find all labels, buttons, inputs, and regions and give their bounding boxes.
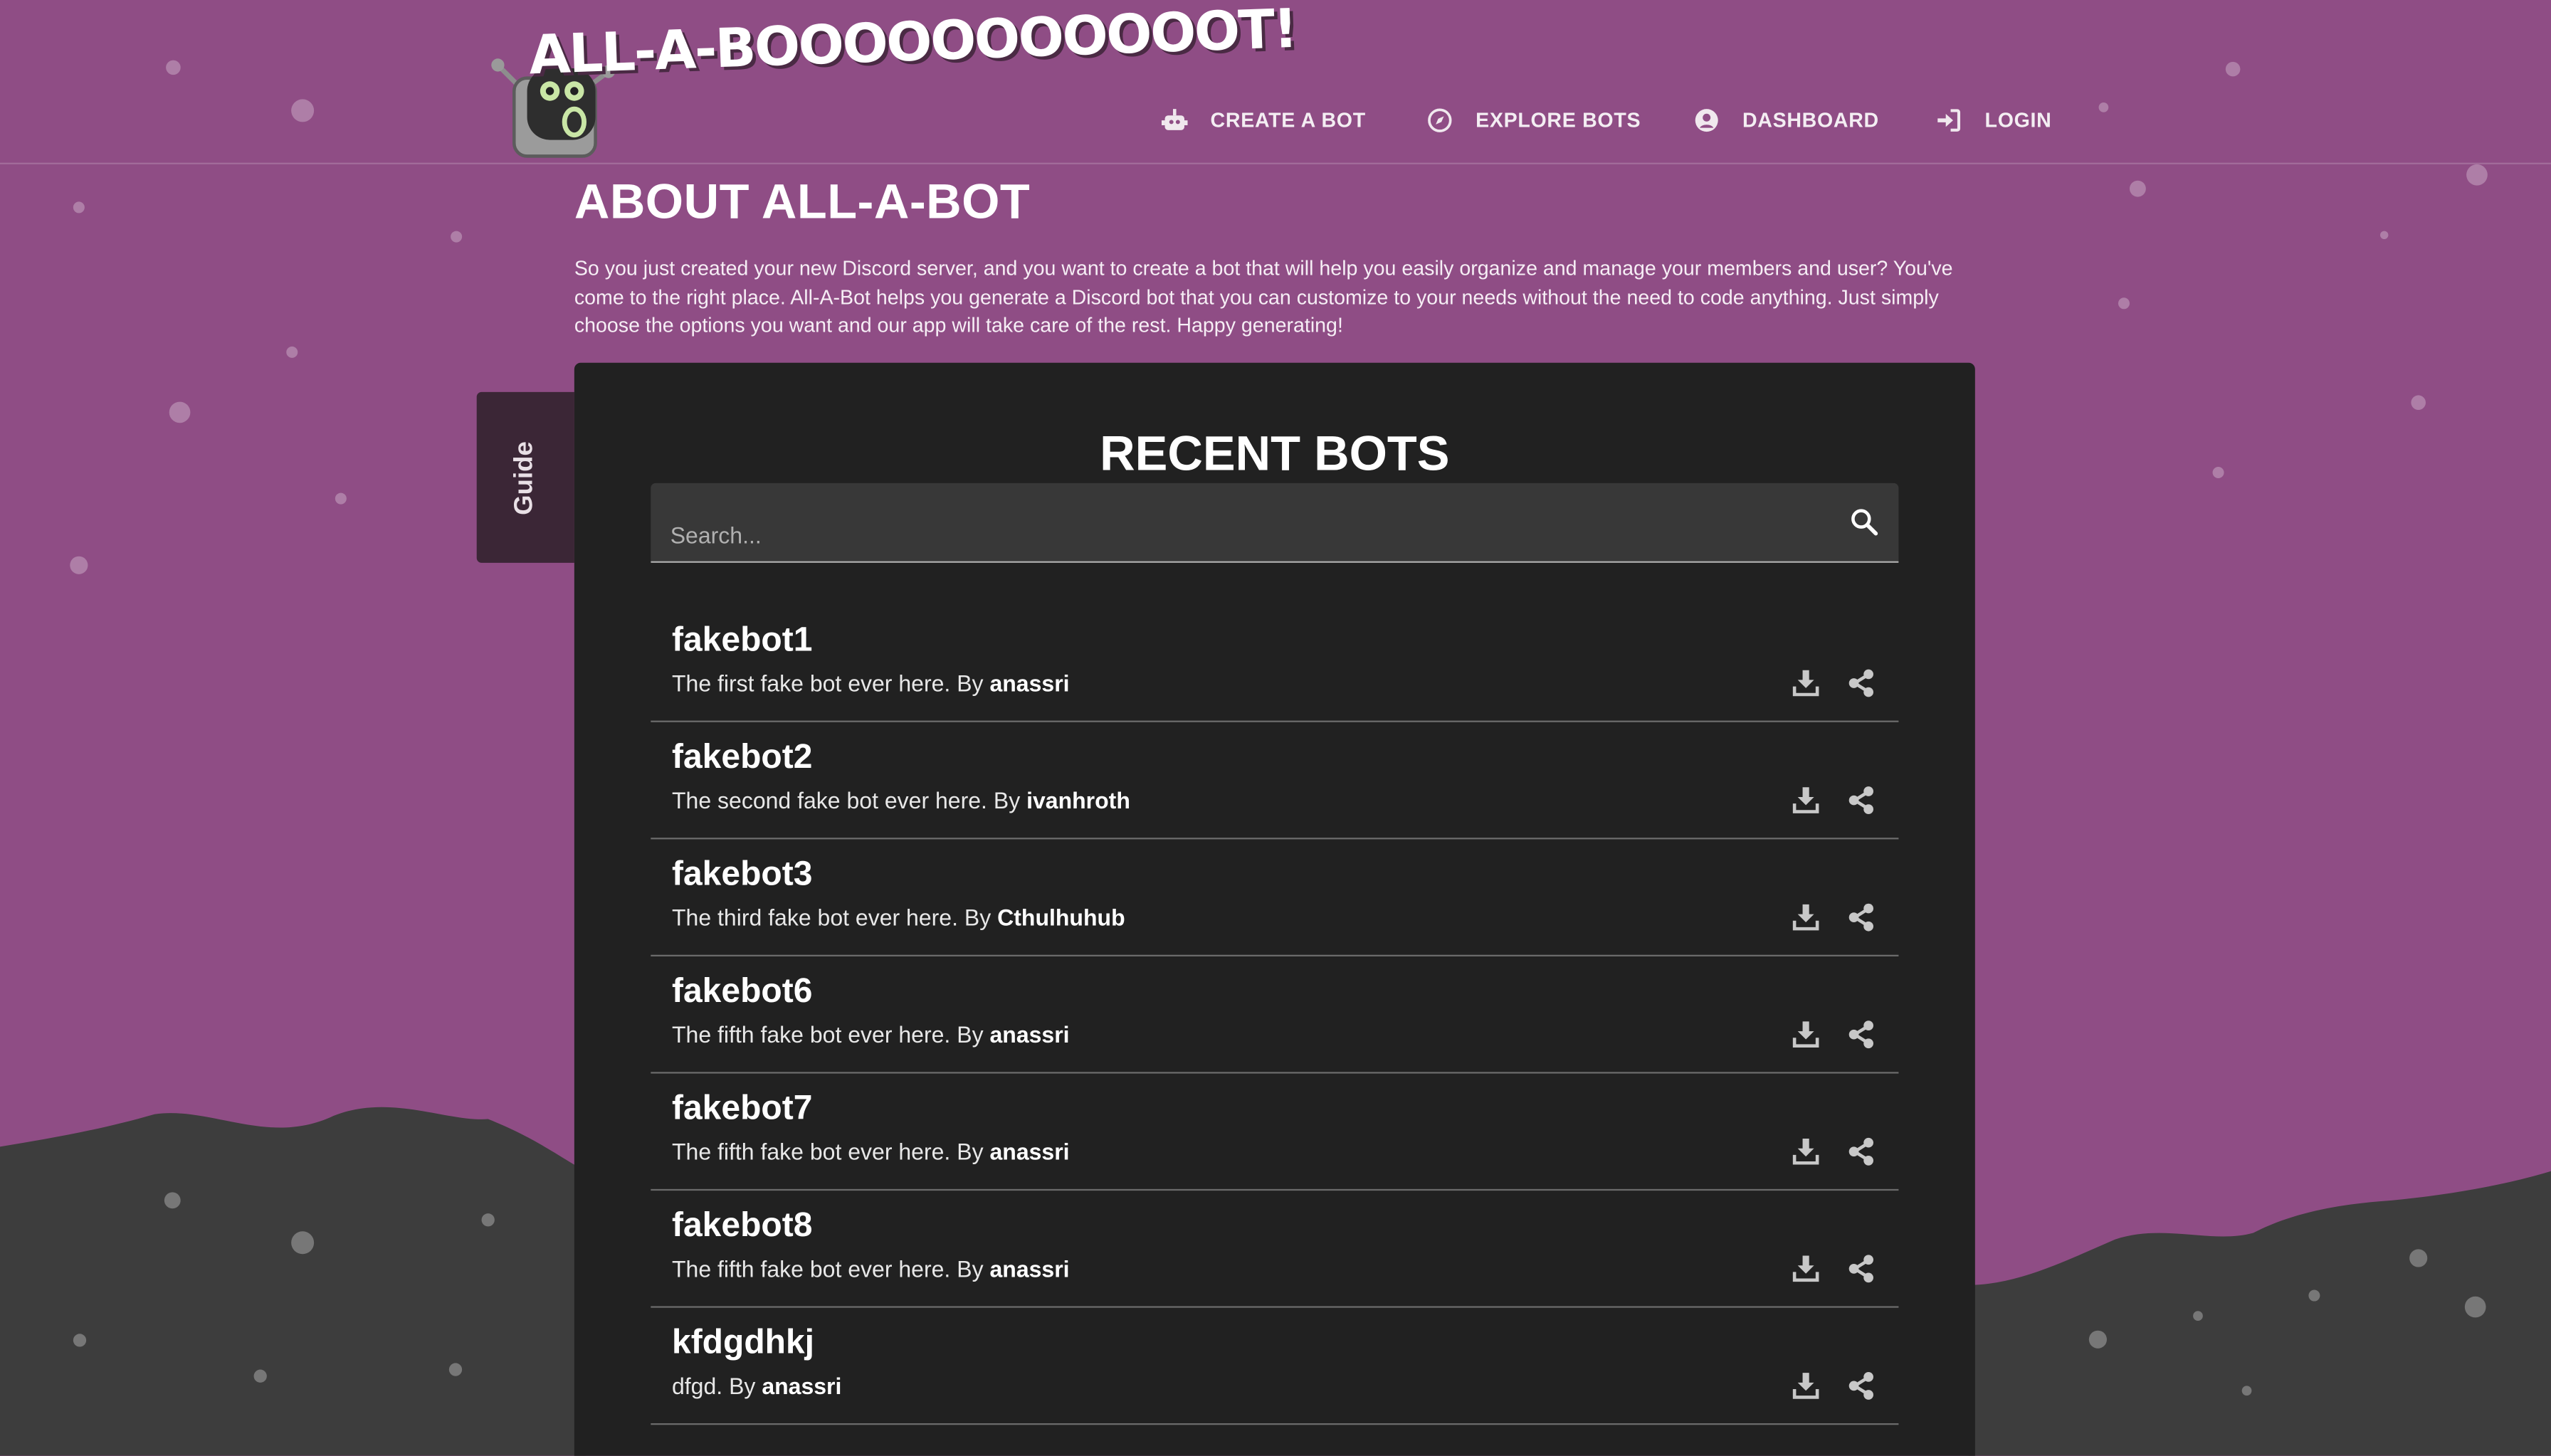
bot-description: The second fake bot ever here. By ivanhr…	[671, 787, 1130, 813]
guide-tab[interactable]: Guide	[476, 391, 574, 563]
list-item: fakebot6 The fifth fake bot ever here. B…	[651, 958, 1899, 1074]
robot-icon	[1161, 109, 1188, 130]
nav-create-a-bot[interactable]: CREATE A BOT	[1161, 107, 1366, 134]
bot-author: anassri	[989, 1021, 1070, 1048]
download-icon[interactable]	[1789, 1135, 1822, 1168]
bot-name[interactable]: fakebot2	[672, 739, 812, 778]
guide-tab-label: Guide	[510, 441, 539, 515]
top-header: ALL-A-BOOOOOOOOOOOT! CREATE A BOT EXPLOR…	[0, 0, 2551, 164]
share-icon[interactable]	[1845, 784, 1878, 817]
nav-dashboard[interactable]: DASHBOARD	[1693, 107, 1878, 134]
about-description: So you just created your new Discord ser…	[574, 257, 1953, 338]
brand-logo-text[interactable]: ALL-A-BOOOOOOOOOOOT!	[528, 0, 1298, 87]
bot-name[interactable]: fakebot1	[672, 621, 812, 660]
bot-author: anassri	[989, 1138, 1070, 1165]
bot-name[interactable]: fakebot6	[672, 973, 812, 1012]
download-icon[interactable]	[1789, 1252, 1822, 1285]
download-icon[interactable]	[1789, 784, 1822, 817]
bot-name[interactable]: kfdgdhkj	[672, 1324, 814, 1363]
nav-label: CREATE A BOT	[1210, 109, 1366, 132]
bot-description: dfgd. By anassri	[671, 1373, 842, 1399]
list-item: fakebot7 The fifth fake bot ever here. B…	[651, 1075, 1899, 1191]
bot-description: The fifth fake bot ever here. By anassri	[671, 1021, 1070, 1048]
list-item: fakebot3 The third fake bot ever here. B…	[651, 841, 1899, 956]
bot-author: Cthulhuhub	[997, 904, 1125, 931]
bot-list: fakebot1 The first fake bot ever here. B…	[651, 607, 1899, 1427]
bot-description: The fifth fake bot ever here. By anassri	[671, 1255, 1070, 1282]
bot-author: anassri	[989, 1255, 1070, 1282]
search-input[interactable]	[667, 515, 1813, 555]
search-box	[651, 482, 1899, 563]
recent-bots-title: RECENT BOTS	[1100, 428, 1450, 482]
compass-icon	[1428, 108, 1452, 132]
share-icon[interactable]	[1845, 1135, 1878, 1168]
bot-author: anassri	[762, 1373, 842, 1399]
share-icon[interactable]	[1845, 1018, 1878, 1051]
recent-bots-panel: RECENT BOTS fakebot1 The first fake bot …	[574, 362, 1975, 1456]
nav-explore-bots[interactable]: EXPLORE BOTS	[1427, 107, 1641, 134]
bot-name[interactable]: fakebot3	[672, 855, 812, 895]
download-icon[interactable]	[1789, 1370, 1822, 1403]
bot-author: anassri	[989, 670, 1070, 697]
nav-label: LOGIN	[1984, 109, 2052, 132]
nav-login[interactable]: LOGIN	[1936, 107, 2051, 134]
bot-description: The fifth fake bot ever here. By anassri	[671, 1138, 1070, 1165]
share-icon[interactable]	[1845, 1370, 1878, 1403]
share-icon[interactable]	[1845, 1252, 1878, 1285]
share-icon[interactable]	[1845, 667, 1878, 700]
list-item: fakebot2 The second fake bot ever here. …	[651, 724, 1899, 840]
list-item: fakebot1 The first fake bot ever here. B…	[651, 607, 1899, 722]
download-icon[interactable]	[1789, 667, 1822, 700]
list-item: kfdgdhkj dfgd. By anassri	[651, 1309, 1899, 1425]
about-title: ABOUT ALL-A-BOT	[574, 175, 1031, 230]
bot-description: The first fake bot ever here. By anassri	[671, 670, 1070, 697]
nav-label: EXPLORE BOTS	[1476, 109, 1641, 132]
nav-label: DASHBOARD	[1742, 109, 1879, 132]
bot-author: ivanhroth	[1026, 787, 1130, 813]
download-icon[interactable]	[1789, 901, 1822, 934]
share-icon[interactable]	[1845, 901, 1878, 934]
search-icon[interactable]	[1850, 507, 1879, 537]
list-item: fakebot8 The fifth fake bot ever here. B…	[651, 1192, 1899, 1308]
bot-name[interactable]: fakebot8	[672, 1207, 812, 1246]
bot-name[interactable]: fakebot7	[672, 1090, 812, 1129]
login-icon	[1937, 109, 1961, 132]
user-circle-icon	[1695, 109, 1718, 132]
bot-description: The third fake bot ever here. By Cthulhu…	[671, 904, 1125, 931]
download-icon[interactable]	[1789, 1018, 1822, 1051]
